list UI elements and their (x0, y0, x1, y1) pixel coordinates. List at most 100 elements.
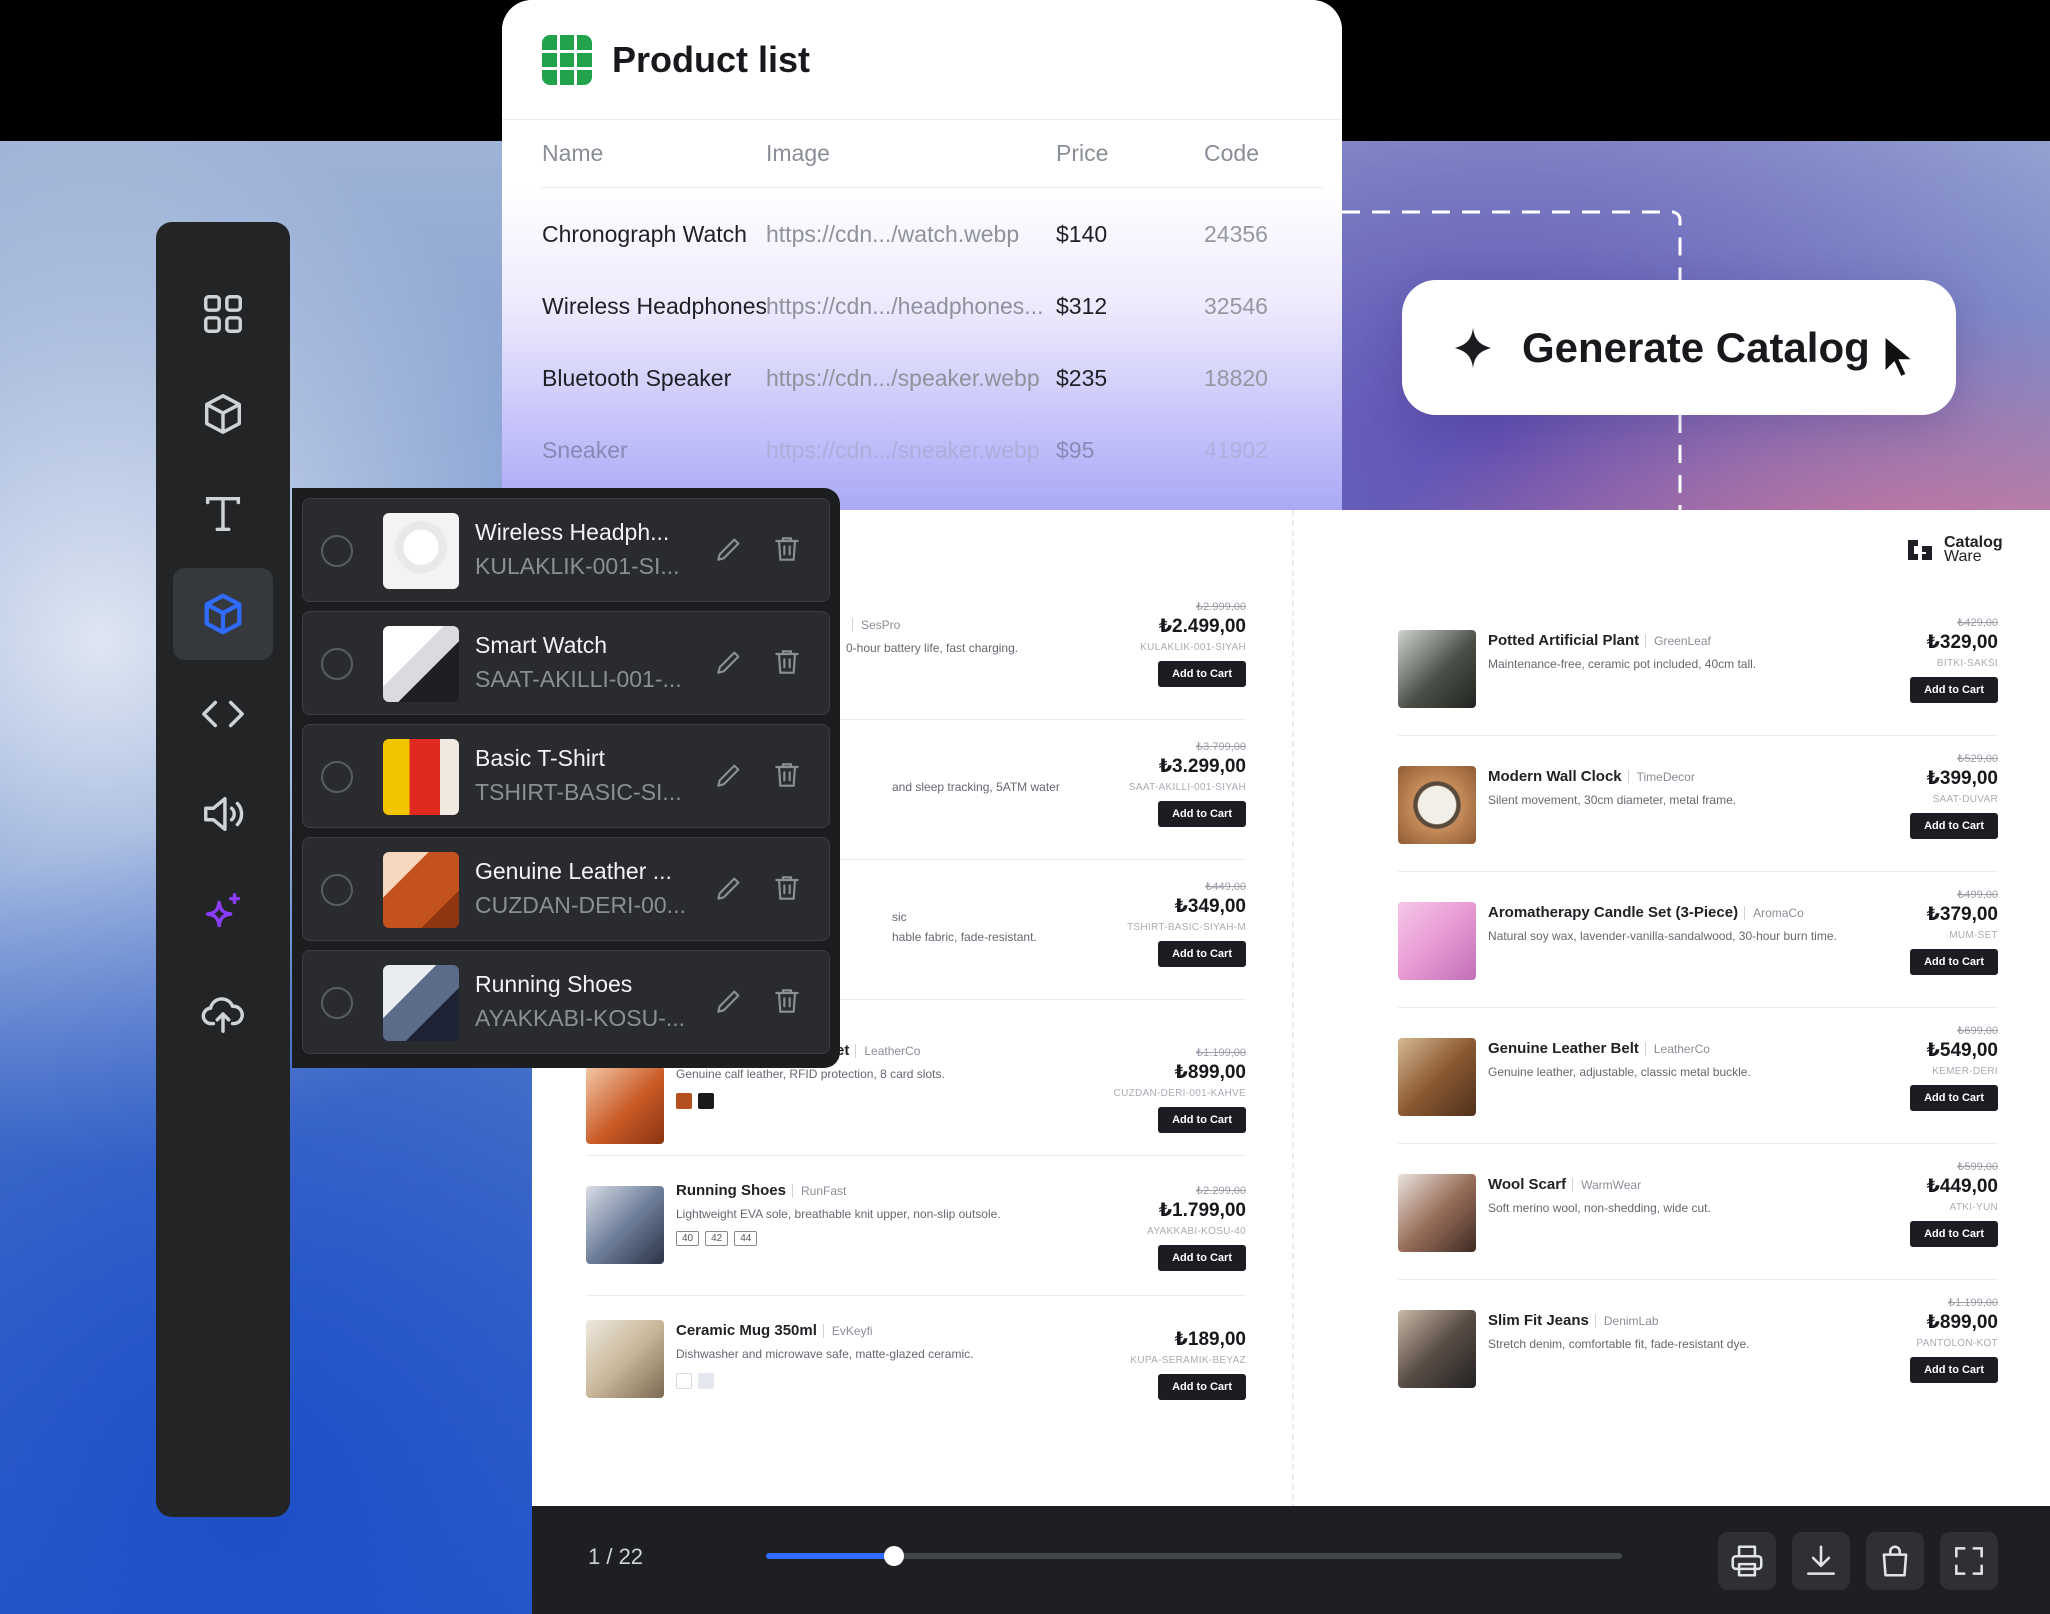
table-row[interactable]: Wireless Headphones https://cdn.../headp… (542, 270, 1322, 342)
grid-icon[interactable] (173, 268, 273, 360)
item-description: Lightweight EVA sole, breathable knit up… (676, 1207, 1001, 1221)
item-price: ₺189,00 (1174, 1329, 1246, 1350)
trash-icon[interactable] (771, 533, 803, 565)
item-name: Modern Wall Clock (1488, 768, 1622, 785)
add-to-cart-button[interactable]: Add to Cart (1910, 1085, 1998, 1111)
cube-icon[interactable] (173, 368, 273, 460)
row-name: Bluetooth Speaker (542, 364, 732, 391)
edit-pencil-icon[interactable] (713, 646, 745, 678)
edit-pencil-icon[interactable] (713, 533, 745, 565)
column-header-code: Code (1204, 140, 1259, 166)
size-option[interactable]: 44 (734, 1231, 758, 1246)
code-icon[interactable] (173, 668, 273, 760)
item-image (1398, 766, 1476, 844)
add-to-cart-button[interactable]: Add to Cart (1158, 1374, 1246, 1400)
swatch-light-gray[interactable] (698, 1373, 714, 1389)
size-option[interactable]: 40 (676, 1231, 700, 1246)
fullscreen-button[interactable] (1940, 1532, 1998, 1590)
trash-icon[interactable] (771, 759, 803, 791)
row-name: Wireless Headphones (542, 292, 766, 319)
text-icon[interactable] (173, 468, 273, 560)
product-thumbnail (383, 513, 459, 589)
add-to-cart-button[interactable]: Add to Cart (1910, 677, 1998, 703)
swatch-brown[interactable] (676, 1093, 692, 1109)
item-old-price: ₺2.999,00 (1196, 601, 1246, 613)
select-radio[interactable] (321, 648, 353, 680)
item-description: Maintenance-free, ceramic pot included, … (1488, 657, 1757, 671)
item-price: ₺549,00 (1926, 1040, 1998, 1061)
trash-icon[interactable] (771, 985, 803, 1017)
item-image (1398, 630, 1476, 708)
size-options: 40 42 44 (676, 1231, 1056, 1246)
download-button[interactable] (1792, 1532, 1850, 1590)
shop-button[interactable] (1866, 1532, 1924, 1590)
item-description: Stretch denim, comfortable fit, fade-res… (1488, 1337, 1750, 1351)
select-radio[interactable] (321, 987, 353, 1019)
product-title: Basic T-Shirt (475, 745, 605, 771)
item-sku: KULAKLIK-001-SIYAH (1140, 642, 1246, 653)
column-header-name: Name (542, 140, 604, 166)
product-row[interactable]: Running Shoes AYAKKABI-KOSU-... (302, 950, 830, 1054)
item-sku: AYAKKABI-KOSU-40 (1147, 1226, 1246, 1237)
row-image-url: https://cdn.../headphones... (766, 292, 1044, 319)
table-row[interactable]: Sneaker https://cdn.../sneaker.webp $95 … (542, 414, 1322, 486)
product-row[interactable]: Smart Watch SAAT-AKILLI-001-... (302, 611, 830, 715)
edit-pencil-icon[interactable] (713, 759, 745, 791)
page-slider-handle[interactable] (884, 1546, 905, 1566)
left-toolbar (156, 222, 290, 1517)
item-old-price: ₺3.799,00 (1196, 741, 1246, 753)
generate-catalog-button[interactable]: Generate Catalog (1402, 280, 1956, 415)
swatch-white[interactable] (676, 1373, 692, 1389)
trash-icon[interactable] (771, 646, 803, 678)
product-sku: AYAKKABI-KOSU-... (475, 1005, 686, 1031)
item-image (586, 1186, 664, 1264)
catalogware-logo-icon (1908, 540, 1932, 560)
color-swatches (676, 1093, 1056, 1109)
select-radio[interactable] (321, 874, 353, 906)
add-to-cart-button[interactable]: Add to Cart (1910, 813, 1998, 839)
catalog-item: Slim Fit Jeans DenimLab Stretch denim, co… (1398, 1296, 1998, 1416)
size-option[interactable]: 42 (705, 1231, 729, 1246)
item-sku: CUZDAN-DERI-001-KAHVE (1113, 1088, 1246, 1099)
product-title: Genuine Leather ... (475, 858, 672, 884)
sparkle-icon[interactable] (173, 868, 273, 960)
edit-pencil-icon[interactable] (713, 985, 745, 1017)
item-name: Potted Artificial Plant (1488, 632, 1640, 649)
add-to-cart-button[interactable]: Add to Cart (1158, 1245, 1246, 1271)
add-to-cart-button[interactable]: Add to Cart (1158, 1107, 1246, 1133)
select-radio[interactable] (321, 761, 353, 793)
page-slider[interactable] (766, 1546, 1622, 1566)
table-row[interactable]: Chronograph Watch https://cdn.../watch.w… (542, 198, 1322, 270)
row-code: 32546 (1204, 292, 1268, 319)
add-to-cart-button[interactable]: Add to Cart (1910, 1221, 1998, 1247)
item-image (586, 1320, 664, 1398)
product-row[interactable]: Genuine Leather ... CUZDAN-DERI-00... (302, 837, 830, 941)
viewer-toolbar: 1 / 22 (532, 1506, 2050, 1614)
item-name: Genuine Leather Belt (1488, 1040, 1639, 1057)
item-sku: SAAT-DUVAR (1932, 794, 1998, 805)
item-separator (1398, 871, 1998, 872)
product-row[interactable]: Basic T-Shirt TSHIRT-BASIC-SI... (302, 724, 830, 828)
add-to-cart-button[interactable]: Add to Cart (1910, 1357, 1998, 1383)
trash-icon[interactable] (771, 872, 803, 904)
add-to-cart-button[interactable]: Add to Cart (1158, 661, 1246, 687)
select-radio[interactable] (321, 535, 353, 567)
cube-icon-active[interactable] (173, 568, 273, 660)
table-row[interactable]: Bluetooth Speaker https://cdn.../speaker… (542, 342, 1322, 414)
item-name: Ceramic Mug 350ml (676, 1322, 817, 1339)
add-to-cart-button[interactable]: Add to Cart (1910, 949, 1998, 975)
product-sku: SAAT-AKILLI-001-... (475, 666, 682, 692)
product-sku: CUZDAN-DERI-00... (475, 892, 686, 918)
add-to-cart-button[interactable]: Add to Cart (1158, 801, 1246, 827)
edit-pencil-icon[interactable] (713, 872, 745, 904)
swatch-black[interactable] (698, 1093, 714, 1109)
row-image-url: https://cdn.../speaker.webp (766, 364, 1040, 391)
print-button[interactable] (1718, 1532, 1776, 1590)
item-price: ₺329,00 (1926, 632, 1998, 653)
product-row[interactable]: Wireless Headph... KULAKLIK-001-SI... (302, 498, 830, 602)
add-to-cart-button[interactable]: Add to Cart (1158, 941, 1246, 967)
upload-cloud-icon[interactable] (173, 968, 273, 1060)
row-name: Sneaker (542, 436, 628, 463)
row-code: 24356 (1204, 220, 1268, 247)
speaker-icon[interactable] (173, 768, 273, 860)
